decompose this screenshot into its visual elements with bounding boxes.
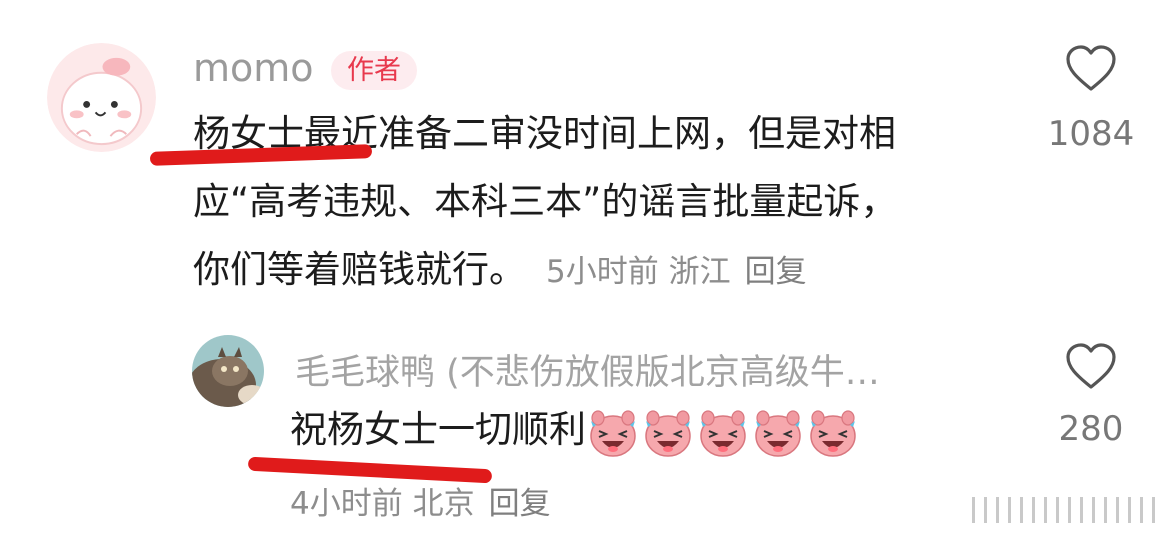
reply-button[interactable]: 回复 bbox=[745, 254, 807, 290]
heart-outline-icon bbox=[1066, 343, 1116, 389]
laughing-pig-emoji bbox=[806, 405, 860, 459]
reply-text: 祝杨女士一切顺利 bbox=[290, 408, 586, 451]
avatar-maomaoqiuya[interactable] bbox=[192, 335, 264, 407]
comment-line-text: 你们等着赔钱就行。 bbox=[193, 248, 526, 291]
comment-line: 应“高考违规、本科三本”的谣言批量起诉， bbox=[193, 180, 898, 223]
author-badge: 作者 bbox=[331, 51, 417, 90]
watermark-stroke bbox=[1104, 497, 1107, 523]
reply-meta: 4小时前 北京 回复 bbox=[290, 478, 551, 523]
comment-username[interactable]: momo bbox=[193, 46, 314, 90]
heart-outline-icon bbox=[1066, 45, 1116, 91]
watermark-stroke bbox=[972, 497, 975, 523]
laughing-pig-emoji bbox=[641, 405, 695, 459]
watermark-stroke bbox=[996, 497, 999, 523]
comment-meta: 5小时前 浙江 回复 bbox=[546, 254, 807, 290]
reply-button[interactable]: 回复 bbox=[489, 486, 551, 522]
comment-time: 5小时前 bbox=[546, 254, 659, 290]
like-button[interactable] bbox=[1064, 342, 1118, 392]
laughing-pig-emoji bbox=[586, 405, 640, 459]
watermark-stroke bbox=[1080, 497, 1083, 523]
watermark-stroke bbox=[1056, 497, 1059, 523]
watermark-stroke bbox=[1152, 497, 1155, 523]
laughing-pig-emoji bbox=[751, 405, 805, 459]
laughing-pig-emoji bbox=[696, 405, 750, 459]
watermark-stroke bbox=[1092, 497, 1095, 523]
like-count: 1084 bbox=[1047, 114, 1135, 154]
reply-time: 4小时前 bbox=[290, 486, 403, 522]
reply-location: 北京 bbox=[412, 486, 475, 522]
watermark-stroke bbox=[984, 497, 987, 523]
watermark-stroke bbox=[1044, 497, 1047, 523]
avatar-momo[interactable] bbox=[47, 43, 156, 152]
reply-username[interactable]: 毛毛球鸭 (不悲伤放假版北京高级牛… bbox=[295, 344, 880, 395]
comment-line-last: 你们等着赔钱就行。 5小时前 浙江 回复 bbox=[193, 236, 897, 306]
pink-character-avatar-icon bbox=[47, 43, 156, 152]
watermark bbox=[963, 497, 1155, 527]
like-count: 280 bbox=[1058, 409, 1124, 449]
emoji-row bbox=[586, 408, 861, 457]
watermark-stroke bbox=[1140, 497, 1143, 523]
reply-body: 祝杨女士一切顺利 bbox=[290, 396, 861, 464]
cat-photo-avatar-icon bbox=[192, 335, 264, 407]
watermark-stroke bbox=[1128, 497, 1131, 523]
comment-body: 杨女士最近准备二审没时间上网，但是对相 应“高考违规、本科三本”的谣言批量起诉，… bbox=[193, 100, 897, 306]
watermark-stroke bbox=[1032, 497, 1035, 523]
watermark-stroke bbox=[1116, 497, 1119, 523]
watermark-stroke bbox=[1008, 497, 1011, 523]
watermark-stroke bbox=[1020, 497, 1023, 523]
like-button[interactable] bbox=[1064, 44, 1118, 94]
watermark-stroke bbox=[1068, 497, 1071, 523]
comment-location: 浙江 bbox=[668, 254, 731, 290]
